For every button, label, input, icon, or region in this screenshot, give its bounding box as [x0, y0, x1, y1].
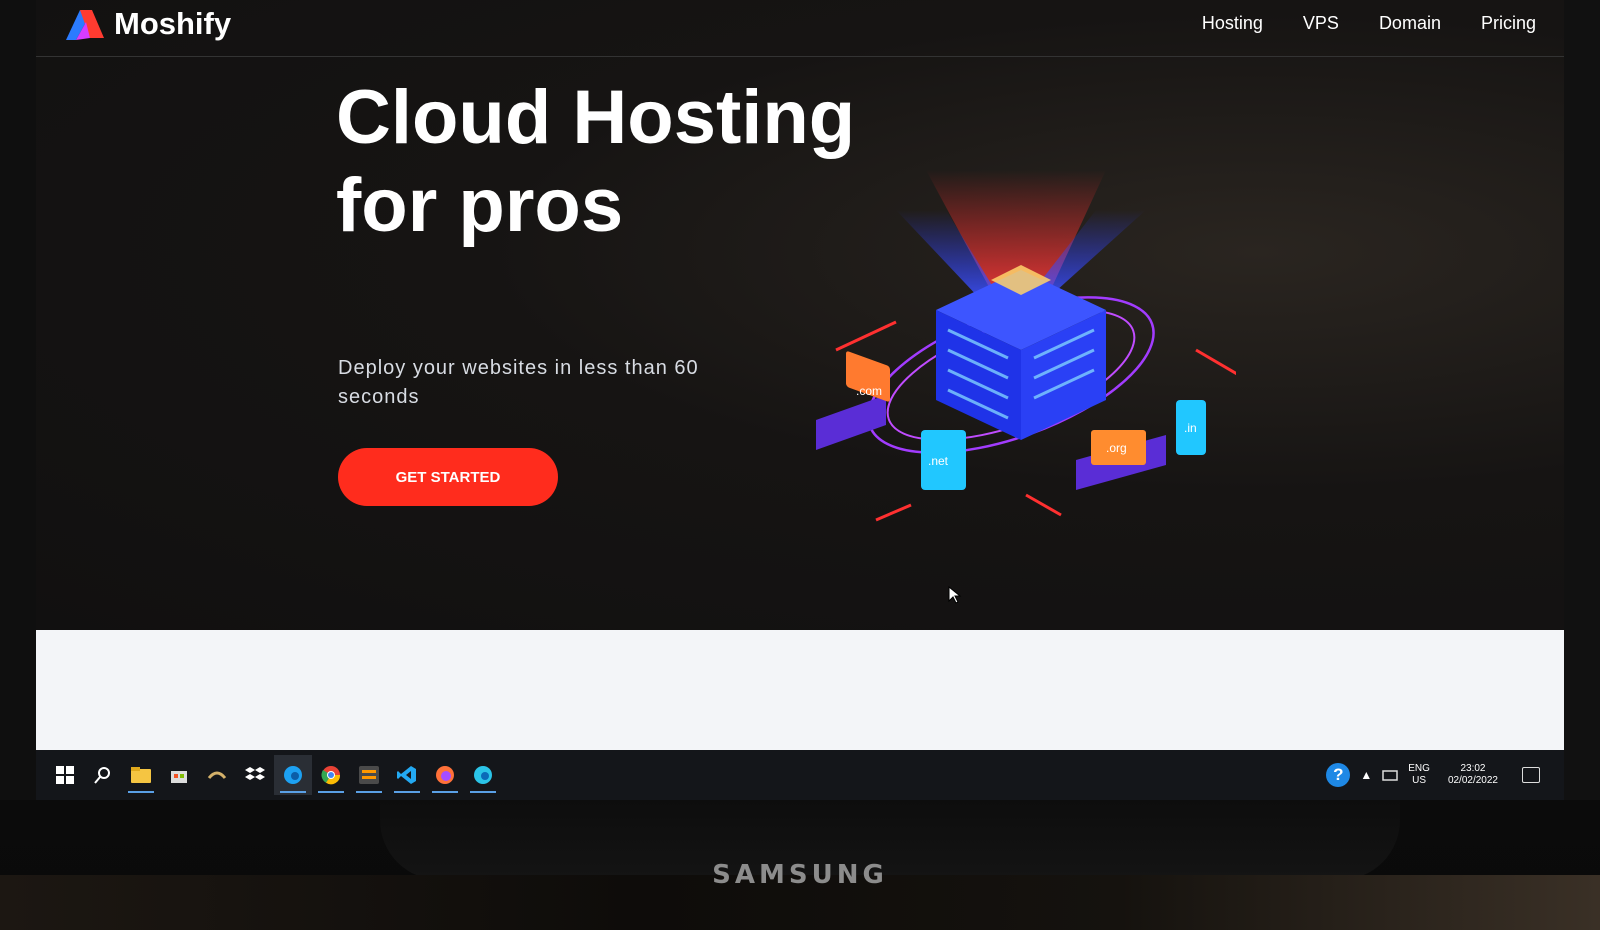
- cortana-icon[interactable]: [198, 755, 236, 795]
- language-label: ENG: [1408, 763, 1430, 774]
- device-com: .com: [816, 351, 890, 450]
- screen: Moshify Hosting VPS Domain Pricing Cloud…: [36, 0, 1564, 800]
- hosting-illustration: .com .net .org .in: [816, 170, 1236, 522]
- search-icon[interactable]: [84, 755, 122, 795]
- vscode-icon[interactable]: [388, 755, 426, 795]
- windows-start-icon[interactable]: [46, 755, 84, 795]
- edge-icon[interactable]: [464, 755, 502, 795]
- top-nav: Moshify Hosting VPS Domain Pricing: [36, 0, 1564, 57]
- logo-icon: [66, 10, 104, 40]
- taskbar: ? ▲ ENG US 23:02 02/02/2022: [36, 750, 1564, 800]
- chevron-up-icon[interactable]: ▲: [1360, 768, 1372, 782]
- logo[interactable]: Moshify: [62, 4, 231, 44]
- nav-domain[interactable]: Domain: [1379, 13, 1441, 34]
- store-icon[interactable]: [160, 755, 198, 795]
- file-explorer-icon[interactable]: [122, 755, 160, 795]
- device-net: .net: [921, 430, 966, 490]
- get-started-button[interactable]: GET STARTED: [338, 448, 558, 506]
- device-org: .org: [1076, 430, 1166, 490]
- help-icon[interactable]: ?: [1326, 763, 1351, 787]
- svg-text:.in: .in: [1184, 421, 1197, 435]
- taskbar-icons: [46, 755, 502, 795]
- svg-text:.com: .com: [856, 384, 882, 398]
- sublime-text-icon[interactable]: [350, 755, 388, 795]
- monitor-brand: SAMSUNG: [712, 860, 888, 890]
- edge-icon[interactable]: [274, 755, 312, 795]
- language-indicator[interactable]: ENG US: [1408, 763, 1430, 787]
- region-label: US: [1412, 775, 1427, 786]
- chrome-icon[interactable]: [312, 755, 350, 795]
- nav-menu: Hosting VPS Domain Pricing: [1202, 13, 1536, 34]
- nav-vps[interactable]: VPS: [1303, 13, 1339, 34]
- system-tray: ? ▲ ENG US 23:02 02/02/2022: [1326, 750, 1540, 800]
- dropbox-icon[interactable]: [236, 755, 274, 795]
- bezel-right: [1564, 0, 1600, 800]
- clock[interactable]: 23:02 02/02/2022: [1448, 763, 1498, 787]
- svg-text:.org: .org: [1106, 441, 1127, 455]
- bezel-left: [0, 0, 36, 800]
- page-content-area: [36, 630, 1564, 750]
- notification-icon[interactable]: [1522, 767, 1540, 783]
- hero-subtitle: Deploy your websites in less than 60 sec…: [338, 357, 699, 408]
- svg-text:.net: .net: [928, 454, 949, 468]
- mouse-cursor-icon: [948, 586, 962, 604]
- nav-hosting[interactable]: Hosting: [1202, 13, 1263, 34]
- clock-date: 02/02/2022: [1447, 775, 1498, 786]
- firefox-icon[interactable]: [426, 755, 464, 795]
- brand-name: Moshify: [114, 6, 232, 41]
- clock-time: 23:02: [1460, 763, 1486, 774]
- nav-pricing[interactable]: Pricing: [1481, 13, 1536, 34]
- network-icon[interactable]: [1382, 769, 1399, 781]
- hero-section: Moshify Hosting VPS Domain Pricing Cloud…: [36, 0, 1564, 630]
- device-in: .in: [1176, 400, 1206, 455]
